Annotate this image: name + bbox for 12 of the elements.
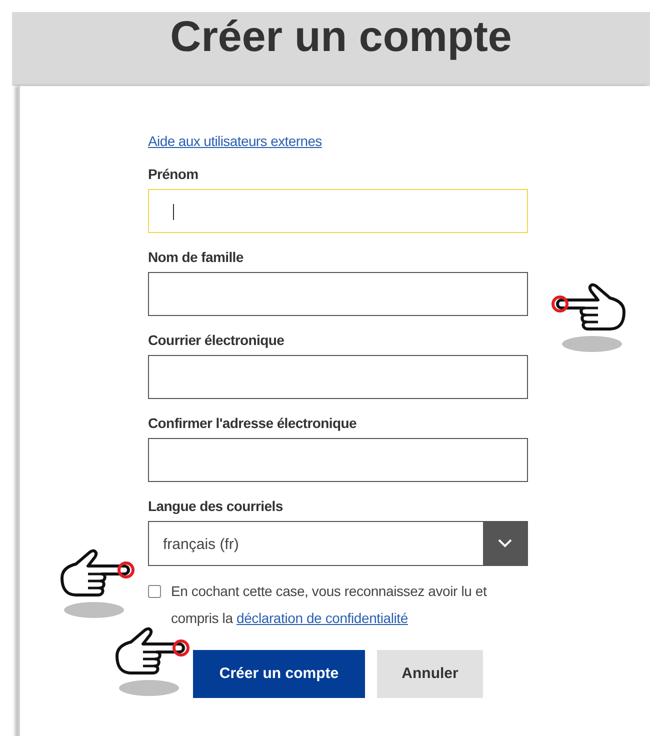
language-select[interactable]: français (fr) xyxy=(148,521,528,566)
field-label: Prénom xyxy=(148,166,200,183)
cancel-button[interactable]: Annuler xyxy=(377,650,483,698)
consent-text: En cochant cette case, vous reconnaissez avoir lu et compris la déclaration de confidentialité xyxy=(171,582,488,628)
field-label: Langue des courriels xyxy=(148,498,284,515)
page-title: Créer un compte xyxy=(170,14,512,62)
field-label: Nom de famille xyxy=(148,249,244,266)
privacy-link[interactable]: déclaration de confidentialité xyxy=(236,610,408,626)
field-label: Courrier électronique xyxy=(148,332,286,349)
help-link[interactable]: Aide aux utilisateurs externes xyxy=(148,131,322,152)
create-account-button[interactable]: Créer un compte xyxy=(193,650,365,698)
field-label: Confirmer l'adresse électronique xyxy=(148,415,358,432)
